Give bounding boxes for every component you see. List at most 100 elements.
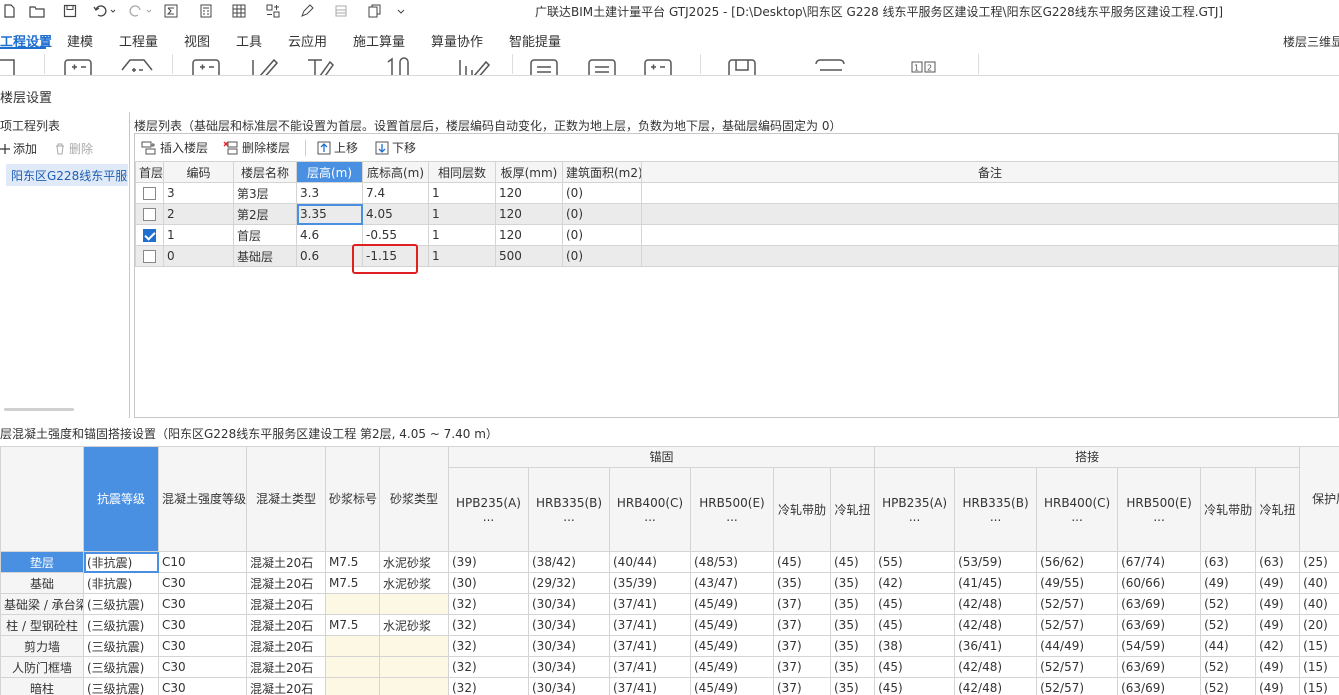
row-element-name[interactable]: 暗柱 — [0, 677, 84, 695]
cell-lap-value[interactable]: (42) — [1255, 635, 1301, 657]
cell-lap-value[interactable]: (42/48) — [954, 677, 1038, 695]
edit-rebar-icon[interactable] — [250, 56, 280, 75]
concrete-row[interactable]: 基础 (非抗震) C30 混凝土20石 M7.5 水泥砂浆 (30) (29/32) (35/3… — [0, 572, 1339, 594]
cell-anchor-value[interactable]: (35) — [773, 572, 831, 594]
cell-lap-value[interactable]: (45) — [874, 656, 956, 678]
cell-anchor-value[interactable]: (40/44) — [609, 551, 691, 573]
cell-mortar-grade[interactable] — [325, 677, 380, 695]
cell-anchor-value[interactable]: (37/41) — [609, 677, 691, 695]
concrete-row[interactable]: 垫层 (非抗震) C10 混凝土20石 M7.5 水泥砂浆 (39) (38/42) (40/4… — [0, 551, 1339, 573]
col-note[interactable]: 备注 — [641, 161, 1339, 183]
cell-mortar-type[interactable]: 水泥砂浆 — [379, 614, 449, 636]
cell-mortar-type[interactable]: 水泥砂浆 — [379, 572, 449, 594]
cell-lap-value[interactable]: (44) — [1200, 635, 1257, 657]
cell-anchor-value[interactable]: (29/32) — [528, 572, 610, 594]
floor-3d-display[interactable]: 楼层三维显 — [1283, 33, 1339, 50]
cell-anchor-value[interactable]: (32) — [448, 677, 529, 695]
cell-note[interactable] — [641, 203, 1339, 225]
cell-anchor-value[interactable]: (45/49) — [690, 635, 774, 657]
cell-anchor-value[interactable]: (45/49) — [690, 614, 774, 636]
col-mortar-type[interactable]: 砂浆类型 — [379, 446, 449, 552]
sum-icon[interactable] — [162, 0, 180, 22]
concrete-row[interactable]: 暗柱 (三级抗震) C30 混凝土20石 (32) (30/34) (37/41) (45/4… — [0, 677, 1339, 695]
redo-icon[interactable] — [126, 0, 154, 22]
cell-lap-value[interactable]: (49) — [1255, 614, 1301, 636]
cell-anchor-value[interactable]: (38/42) — [528, 551, 610, 573]
cell-note[interactable] — [641, 224, 1339, 246]
cell-seismic-grade[interactable]: (非抗震) — [83, 572, 159, 594]
cell-slab-thickness[interactable]: 500 — [495, 245, 563, 267]
cell-anchor-value[interactable]: (35/39) — [609, 572, 691, 594]
cell-lap-value[interactable]: (52/57) — [1036, 593, 1119, 615]
cell-seismic-grade[interactable]: (三级抗震) — [83, 635, 159, 657]
calc-rules-icon[interactable] — [120, 56, 154, 75]
new-file-icon[interactable] — [0, 0, 18, 22]
first-floor-checkbox[interactable] — [135, 182, 164, 204]
list-settings-icon-1[interactable] — [530, 56, 560, 75]
row-element-name[interactable]: 基础梁 / 承台梁 — [0, 593, 84, 615]
add-project-button[interactable]: 添加 — [0, 140, 37, 157]
delete-project-button[interactable]: 删除 — [54, 140, 93, 157]
cell-floor-area[interactable]: (0) — [562, 182, 642, 204]
cell-cover[interactable]: (15) — [1299, 677, 1339, 695]
move-up-button[interactable]: 上移 — [317, 139, 358, 156]
cell-code[interactable]: 2 — [163, 203, 234, 225]
cell-lap-value[interactable]: (60/66) — [1117, 572, 1202, 594]
cell-mortar-grade[interactable]: M7.5 — [325, 551, 380, 573]
cell-cover[interactable]: (15) — [1299, 635, 1339, 657]
cell-anchor-value[interactable]: (48/53) — [690, 551, 774, 573]
cell-anchor-value[interactable]: (30/34) — [528, 593, 610, 615]
cell-anchor-value[interactable]: (35) — [829, 593, 876, 615]
cell-floor-area[interactable]: (0) — [562, 203, 642, 225]
calc-settings-icon[interactable] — [64, 56, 94, 75]
cell-bottom-elevation[interactable]: 4.05 — [362, 203, 429, 225]
cell-mortar-type[interactable]: 水泥砂浆 — [379, 551, 449, 573]
cell-slab-thickness[interactable]: 120 — [495, 182, 563, 204]
menu-cloud[interactable]: 云应用 — [288, 31, 327, 50]
row-element-name[interactable]: 柱 / 型钢砼柱 — [0, 614, 84, 636]
col-anchor-hpb235[interactable]: HPB235(A)... — [448, 467, 529, 552]
cell-mortar-type[interactable] — [379, 635, 449, 657]
cell-lap-value[interactable]: (67/74) — [1117, 551, 1202, 573]
cell-mortar-grade[interactable] — [325, 656, 380, 678]
floor-row[interactable]: 1 首层 4.6 -0.55 1 120 (0) — [135, 224, 1339, 246]
col-anchor-hrb500[interactable]: HRB500(E)... — [690, 467, 774, 552]
cell-concrete-type[interactable]: 混凝土20石 — [246, 593, 326, 615]
layer-icon[interactable] — [332, 0, 350, 22]
cell-concrete-grade[interactable]: C30 — [158, 677, 247, 695]
col-mortar-grade[interactable]: 砂浆标号 — [325, 446, 380, 552]
cell-anchor-value[interactable]: (37) — [773, 614, 831, 636]
cell-lap-value[interactable]: (63/69) — [1117, 677, 1202, 695]
cell-anchor-value[interactable]: (35) — [829, 572, 876, 594]
cell-anchor-value[interactable]: (43/47) — [690, 572, 774, 594]
col-anchor-hrb400[interactable]: HRB400(C)... — [609, 467, 691, 552]
save-icon[interactable] — [61, 0, 79, 22]
open-folder-icon[interactable] — [28, 0, 46, 22]
cell-cover[interactable]: (40) — [1299, 593, 1339, 615]
undo-icon[interactable] — [90, 0, 118, 22]
rebar-rules-icon[interactable] — [306, 56, 336, 75]
col-anchor-cold-twisted[interactable]: 冷轧扭 — [829, 467, 876, 552]
col-floor-name[interactable]: 楼层名称 — [233, 161, 297, 183]
col-anchor-hrb335[interactable]: HRB335(B)... — [528, 467, 610, 552]
cell-anchor-value[interactable]: (37) — [773, 635, 831, 657]
cell-anchor-value[interactable]: (37/41) — [609, 656, 691, 678]
cell-anchor-value[interactable]: (35) — [829, 656, 876, 678]
cell-lap-value[interactable]: (49) — [1255, 593, 1301, 615]
cell-concrete-type[interactable]: 混凝土20石 — [246, 614, 326, 636]
cell-same-count[interactable]: 1 — [428, 245, 496, 267]
cell-concrete-grade[interactable]: C30 — [158, 635, 247, 657]
col-lap-cold-ribbed[interactable]: 冷轧带肋 — [1200, 467, 1257, 552]
menu-modeling[interactable]: 建模 — [67, 31, 93, 50]
cell-lap-value[interactable]: (38) — [874, 635, 956, 657]
cell-lap-value[interactable]: (55) — [874, 551, 956, 573]
cell-code[interactable]: 3 — [163, 182, 234, 204]
cell-lap-value[interactable]: (45) — [874, 593, 956, 615]
cell-concrete-type[interactable]: 混凝土20石 — [246, 572, 326, 594]
cell-anchor-value[interactable]: (45/49) — [690, 677, 774, 695]
concrete-row[interactable]: 人防门框墙 (三级抗震) C30 混凝土20石 (32) (30/34) (37/41) (4… — [0, 656, 1339, 678]
customize-dropdown-icon[interactable] — [395, 0, 407, 22]
cell-concrete-grade[interactable]: C30 — [158, 593, 247, 615]
cell-bottom-elevation[interactable]: -0.55 — [362, 224, 429, 246]
list-settings-icon-3[interactable] — [644, 56, 674, 75]
